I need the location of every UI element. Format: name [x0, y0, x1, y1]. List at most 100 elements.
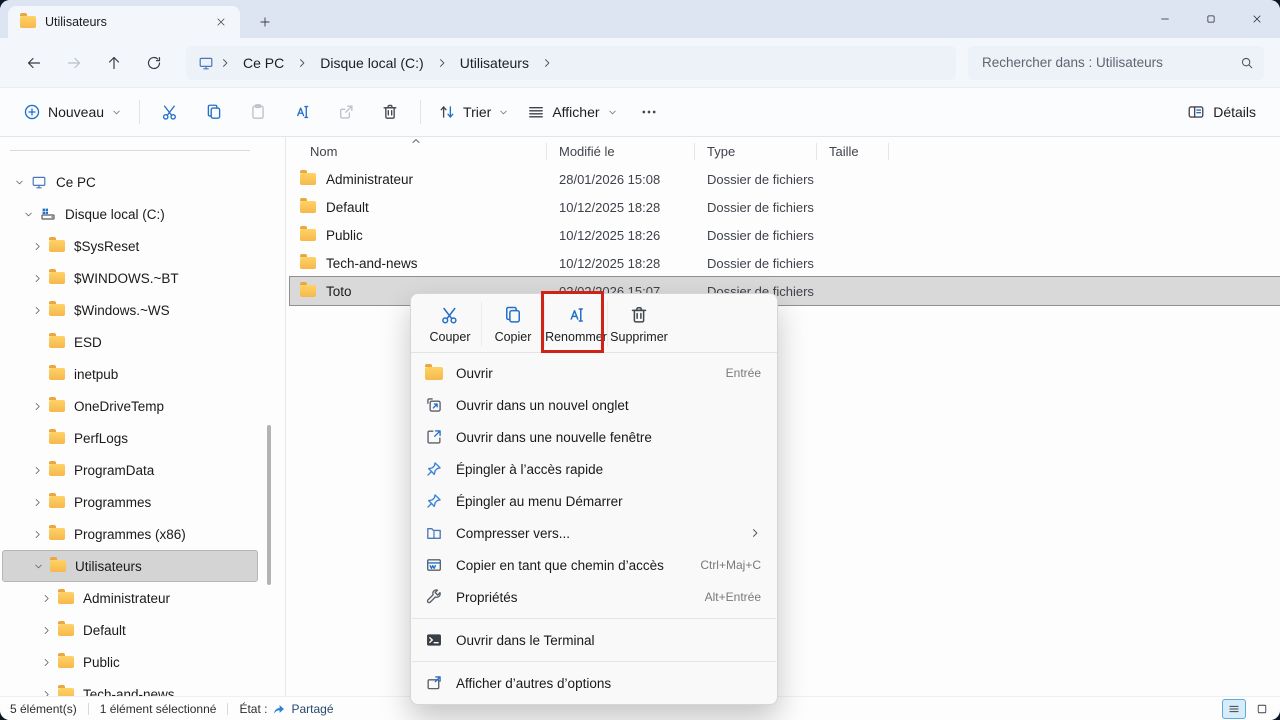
menu-item-pingler-au-menu-d-marrer[interactable]: Épingler au menu Démarrer [411, 485, 777, 517]
menu-item-compresser-vers[interactable]: Compresser vers... [411, 517, 777, 549]
more-button[interactable] [627, 94, 671, 130]
sort-button[interactable]: Trier [429, 94, 518, 130]
sidebar-scrollbar[interactable] [267, 425, 271, 585]
sidebar-item-tech-and-news[interactable]: Tech-and-news [2, 678, 258, 697]
chevron-right-icon[interactable] [28, 461, 46, 479]
search-box[interactable] [968, 46, 1264, 80]
chevron-right-icon[interactable] [37, 621, 55, 639]
folder-icon [49, 464, 65, 476]
column-header-type[interactable]: Type [695, 143, 817, 160]
breadcrumb-chevron-icon[interactable] [541, 57, 553, 69]
menu-item-ouvrir-dans-le-terminal[interactable]: Ouvrir dans le Terminal [411, 624, 777, 656]
details-view-toggle[interactable] [1222, 699, 1246, 719]
menu-item-pingler-l-acc-s-rapide[interactable]: Épingler à l’accès rapide [411, 453, 777, 485]
sidebar-item-programdata[interactable]: ProgramData [2, 454, 258, 486]
folder-icon [50, 560, 66, 572]
status-separator [88, 703, 89, 715]
chevron-right-icon[interactable] [28, 525, 46, 543]
address-bar[interactable]: Ce PC Disque local (C:) Utilisateurs [186, 46, 956, 80]
breadcrumb-chevron-icon[interactable] [219, 57, 231, 69]
sidebar-item-label: OneDriveTemp [74, 399, 164, 414]
details-button-label: Détails [1213, 104, 1256, 120]
chevron-right-icon[interactable] [28, 397, 46, 415]
menu-item-afficher-d-autres-d-options[interactable]: Afficher d’autres d’options [411, 667, 777, 699]
navigation-bar: Ce PC Disque local (C:) Utilisateurs [0, 38, 1280, 88]
file-row-public[interactable]: Public10/12/2025 18:26Dossier de fichier… [290, 221, 1280, 249]
sidebar-item-ce-pc[interactable]: Ce PC [2, 166, 258, 198]
file-row-default[interactable]: Default10/12/2025 18:28Dossier de fichie… [290, 193, 1280, 221]
tab-close-icon[interactable] [210, 11, 232, 33]
sidebar-item-default[interactable]: Default [2, 614, 258, 646]
context-quick-couper[interactable]: Couper [419, 301, 482, 347]
sidebar-item-disque-local-c[interactable]: Disque local (C:) [2, 198, 258, 230]
share-button[interactable] [324, 94, 368, 130]
chevron-down-icon[interactable] [29, 557, 47, 575]
folder-icon [425, 364, 443, 382]
chevron-down-icon[interactable] [19, 205, 37, 223]
breadcrumb-disque-local-c[interactable]: Disque local (C:) [313, 53, 430, 73]
file-type: Dossier de fichiers [695, 200, 817, 215]
wrench-icon [425, 588, 443, 606]
breadcrumb-ce-pc[interactable]: Ce PC [236, 53, 291, 73]
copy-button[interactable] [192, 94, 236, 130]
sidebar-item-onedrivetemp[interactable]: OneDriveTemp [2, 390, 258, 422]
chevron-right-icon[interactable] [28, 237, 46, 255]
delete-button[interactable] [368, 94, 412, 130]
explorer-tab[interactable]: Utilisateurs [8, 6, 240, 38]
menu-item-ouvrir-dans-une-nouvelle-fen-tre[interactable]: Ouvrir dans une nouvelle fenêtre [411, 421, 777, 453]
details-pane-button[interactable]: Détails [1179, 94, 1264, 130]
menu-item-ouvrir-dans-un-nouvel-onglet[interactable]: Ouvrir dans un nouvel onglet [411, 389, 777, 421]
close-button[interactable] [1234, 0, 1280, 38]
breadcrumb-chevron-icon[interactable] [296, 57, 308, 69]
chevron-right-icon[interactable] [28, 493, 46, 511]
view-icon [527, 103, 545, 121]
file-name: Tech-and-news [326, 256, 418, 271]
chevron-right-icon[interactable] [28, 301, 46, 319]
sidebar-item-windows-bt[interactable]: $WINDOWS.~BT [2, 262, 258, 294]
breadcrumb-chevron-icon[interactable] [436, 57, 448, 69]
back-button[interactable] [14, 46, 54, 80]
column-header-taille[interactable]: Taille [817, 143, 889, 160]
chevron-down-icon[interactable] [10, 173, 28, 191]
sidebar-item-perflogs[interactable]: PerfLogs [2, 422, 258, 454]
cut-button[interactable] [148, 94, 192, 130]
sidebar-item-label: Administrateur [83, 591, 170, 606]
refresh-button[interactable] [134, 46, 174, 80]
file-row-administrateur[interactable]: Administrateur28/01/2026 15:08Dossier de… [290, 165, 1280, 193]
menu-item-propri-t-s[interactable]: PropriétésAlt+Entrée [411, 581, 777, 613]
sidebar-item-programmes-x86[interactable]: Programmes (x86) [2, 518, 258, 550]
view-button[interactable]: Afficher [518, 94, 626, 130]
sidebar-item-public[interactable]: Public [2, 646, 258, 678]
folder-shape [300, 229, 316, 241]
sidebar-item-utilisateurs[interactable]: Utilisateurs [2, 550, 258, 582]
rename-button[interactable] [280, 94, 324, 130]
sidebar-item-administrateur[interactable]: Administrateur [2, 582, 258, 614]
context-quick-copier[interactable]: Copier [482, 301, 545, 347]
maximize-button[interactable] [1188, 0, 1234, 38]
minimize-button[interactable] [1142, 0, 1188, 38]
chevron-right-icon[interactable] [28, 269, 46, 287]
new-button[interactable]: Nouveau [14, 94, 131, 130]
sidebar-item-programmes[interactable]: Programmes [2, 486, 258, 518]
new-tab-button[interactable] [254, 11, 276, 33]
sidebar-item-sysreset[interactable]: $SysReset [2, 230, 258, 262]
file-modified: 10/12/2025 18:28 [547, 200, 695, 215]
up-button[interactable] [94, 46, 134, 80]
icons-view-toggle[interactable] [1250, 699, 1274, 719]
menu-item-ouvrir[interactable]: OuvrirEntrée [411, 357, 777, 389]
search-input[interactable] [980, 54, 1240, 71]
chevron-right-icon[interactable] [37, 653, 55, 671]
delete-icon [381, 103, 399, 121]
sidebar-item-esd[interactable]: ESD [2, 326, 258, 358]
menu-shortcut: Ctrl+Maj+C [700, 558, 761, 572]
column-header-modifi-le[interactable]: Modifié le [547, 143, 695, 160]
chevron-right-icon[interactable] [37, 589, 55, 607]
menu-item-copier-en-tant-que-chemin-d-acc-s[interactable]: Copier en tant que chemin d’accèsCtrl+Ma… [411, 549, 777, 581]
breadcrumb-utilisateurs[interactable]: Utilisateurs [453, 53, 536, 73]
sidebar-item-windows-ws[interactable]: $Windows.~WS [2, 294, 258, 326]
file-row-tech-and-news[interactable]: Tech-and-news10/12/2025 18:28Dossier de … [290, 249, 1280, 277]
paste-button[interactable] [236, 94, 280, 130]
forward-button[interactable] [54, 46, 94, 80]
sidebar-item-inetpub[interactable]: inetpub [2, 358, 258, 390]
context-quick-supprimer[interactable]: Supprimer [608, 301, 670, 347]
